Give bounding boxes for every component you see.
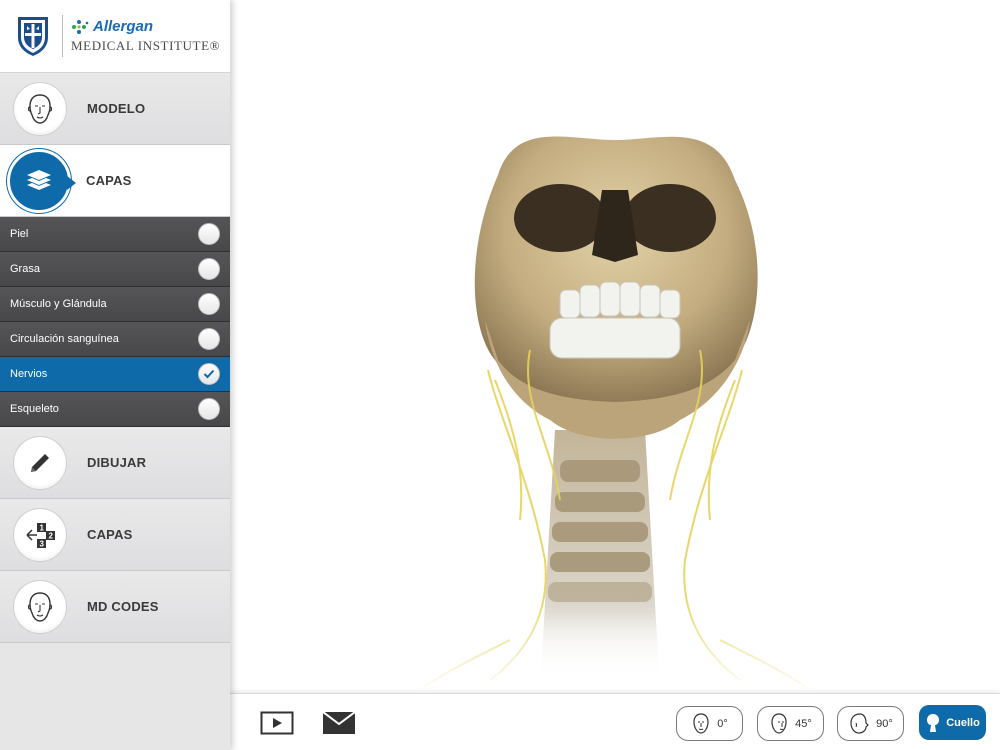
svg-text:3: 3 — [40, 539, 45, 548]
menu-item-capas-numbered[interactable]: 1 2 3 CAPAS — [0, 499, 230, 571]
layer-row-nervios[interactable]: Nervios — [0, 357, 230, 392]
layer-toggle[interactable] — [198, 398, 220, 420]
layer-row-esqueleto[interactable]: Esqueleto — [0, 392, 230, 427]
head-front-icon — [693, 712, 709, 734]
layer-row-piel[interactable]: Piel — [0, 217, 230, 252]
view-45-button[interactable]: 45° — [757, 706, 824, 741]
layers-icon — [10, 151, 76, 210]
numbered-layers-icon: 1 2 3 — [13, 507, 67, 562]
logo-bar: Allergan MEDICAL INSTITUTE® — [0, 0, 230, 73]
menu-item-modelo[interactable]: MODELO — [0, 73, 230, 145]
menu-label-capas-numbered: CAPAS — [87, 527, 133, 542]
pencil-icon — [13, 435, 67, 490]
menu-item-md-codes[interactable]: MD CODES — [0, 571, 230, 643]
svg-text:2: 2 — [49, 531, 54, 540]
mail-icon — [322, 711, 356, 734]
menu-label-dibujar: DIBUJAR — [87, 455, 147, 470]
layer-row-grasa[interactable]: Grasa — [0, 252, 230, 287]
layer-label: Músculo y Glándula — [10, 298, 107, 310]
bottom-toolbar: 0° 45° 90° Cuello — [230, 693, 1000, 750]
allergan-dots-icon — [72, 19, 89, 34]
svg-text:1: 1 — [40, 523, 45, 532]
view-90-label: 90° — [876, 717, 893, 730]
checkmark-icon — [203, 369, 215, 379]
layer-row-musculo[interactable]: Músculo y Glándula — [0, 287, 230, 322]
skull-model-image — [230, 136, 1000, 693]
shield-logo-icon — [18, 17, 48, 56]
head-icon — [13, 579, 67, 634]
mail-button[interactable] — [322, 711, 356, 739]
layer-list: Piel Grasa Músculo y Glándula Circulació… — [0, 217, 230, 427]
layer-label: Grasa — [10, 263, 40, 275]
head-icon — [13, 81, 67, 136]
layer-label: Esqueleto — [10, 403, 59, 415]
layer-label: Nervios — [10, 368, 48, 380]
layer-toggle[interactable] — [198, 258, 220, 280]
layer-toggle[interactable] — [198, 328, 220, 350]
play-button[interactable] — [260, 711, 294, 740]
brand-name: Allergan — [93, 18, 154, 35]
sidebar: Allergan MEDICAL INSTITUTE® MODELO CAPAS — [0, 0, 230, 750]
cuello-button[interactable]: Cuello — [919, 705, 986, 740]
neck-icon — [927, 713, 940, 732]
layer-label: Piel — [10, 228, 29, 240]
head-45-icon — [771, 712, 787, 734]
brand: Allergan MEDICAL INSTITUTE® — [71, 18, 220, 54]
logo-divider — [62, 15, 63, 57]
layer-toggle[interactable] — [198, 223, 220, 245]
layer-toggle-checked[interactable] — [198, 363, 220, 385]
model-viewport[interactable] — [230, 0, 1000, 693]
view-0-label: 0° — [717, 717, 728, 730]
view-0-button[interactable]: 0° — [676, 706, 743, 741]
cuello-label: Cuello — [946, 716, 980, 729]
menu-label-modelo: MODELO — [87, 101, 146, 116]
menu-item-capas[interactable]: CAPAS — [0, 145, 230, 217]
head-profile-icon — [850, 712, 870, 734]
brand-subtitle: MEDICAL INSTITUTE® — [71, 38, 221, 53]
layer-toggle[interactable] — [198, 293, 220, 315]
layer-label: Circulación sanguínea — [10, 333, 119, 345]
play-icon — [260, 711, 294, 735]
menu-label-md-codes: MD CODES — [87, 599, 159, 614]
menu-label-capas: CAPAS — [86, 173, 132, 188]
view-45-label: 45° — [795, 717, 812, 730]
view-90-button[interactable]: 90° — [837, 706, 904, 741]
layer-row-circulacion[interactable]: Circulación sanguínea — [0, 322, 230, 357]
menu-item-dibujar[interactable]: DIBUJAR — [0, 427, 230, 499]
